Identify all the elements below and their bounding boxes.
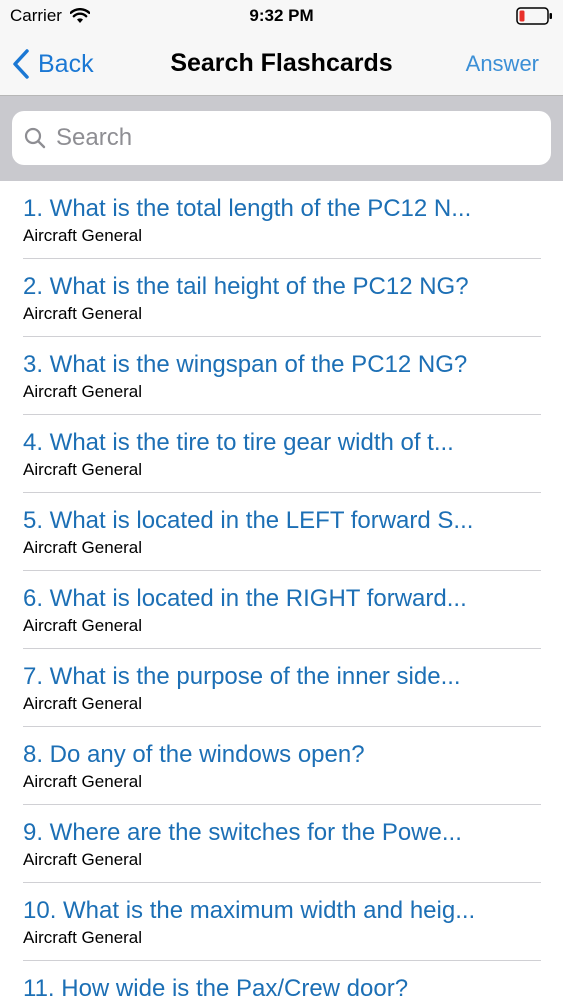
flashcard-question: 6. What is located in the RIGHT forward.… [23,585,467,612]
status-time: 9:32 PM [249,6,314,25]
list-item[interactable]: 6. What is located in the RIGHT forward.… [0,571,563,649]
flashcard-question: 10. What is the maximum width and heig..… [23,897,476,924]
list-item[interactable]: 8. Do any of the windows open? Aircraft G… [0,727,563,805]
navigation-bar: Back Search Flashcards Answer [0,34,563,96]
flashcard-category: Aircraft General [23,460,143,479]
flashcard-category: Aircraft General [23,304,143,323]
search-field[interactable] [12,111,551,165]
flashcard-question: 8. Do any of the windows open? [23,741,365,768]
search-input[interactable] [56,124,536,152]
status-bar: Carrier 9:32 PM [0,0,563,34]
list-item[interactable]: 7. What is the purpose of the inner side… [0,649,563,727]
flashcard-question: 11. How wide is the Pax/Crew door? [23,975,409,1000]
flashcard-question: 9. Where are the switches for the Powe..… [23,819,462,846]
flashcard-list: 1. What is the total length of the PC12 … [0,181,563,1000]
flashcard-category: Aircraft General [23,226,143,245]
answer-button[interactable]: Answer [466,51,539,77]
flashcard-category: Aircraft General [23,382,143,401]
flashcard-question: 3. What is the wingspan of the PC12 NG? [23,351,468,378]
list-item[interactable]: 10. What is the maximum width and heig..… [0,883,563,961]
flashcard-question: 2. What is the tail height of the PC12 N… [23,273,469,300]
list-item[interactable]: 3. What is the wingspan of the PC12 NG? A… [0,337,563,415]
search-bar [0,96,563,181]
list-item[interactable]: 2. What is the tail height of the PC12 N… [0,259,563,337]
flashcard-category: Aircraft General [23,538,143,557]
flashcard-category: Aircraft General [23,850,143,869]
battery-icon [516,7,552,25]
flashcard-category: Aircraft General [23,694,143,713]
flashcard-category: Aircraft General [23,616,143,635]
list-item[interactable]: 9. Where are the switches for the Powe..… [0,805,563,883]
flashcard-search-screen: Carrier 9:32 PM Back Search Flashcards A… [0,0,563,1000]
list-item[interactable]: 11. How wide is the Pax/Crew door? [0,961,563,1000]
flashcard-category: Aircraft General [23,772,143,791]
flashcard-question: 5. What is located in the LEFT forward S… [23,507,474,534]
list-item[interactable]: 4. What is the tire to tire gear width o… [0,415,563,493]
flashcard-question: 4. What is the tire to tire gear width o… [23,429,454,456]
flashcard-category: Aircraft General [23,928,143,947]
flashcard-question: 1. What is the total length of the PC12 … [23,195,472,222]
list-item[interactable]: 5. What is located in the LEFT forward S… [0,493,563,571]
flashcard-question: 7. What is the purpose of the inner side… [23,663,461,690]
list-item[interactable]: 1. What is the total length of the PC12 … [0,181,563,259]
search-icon [24,127,46,149]
